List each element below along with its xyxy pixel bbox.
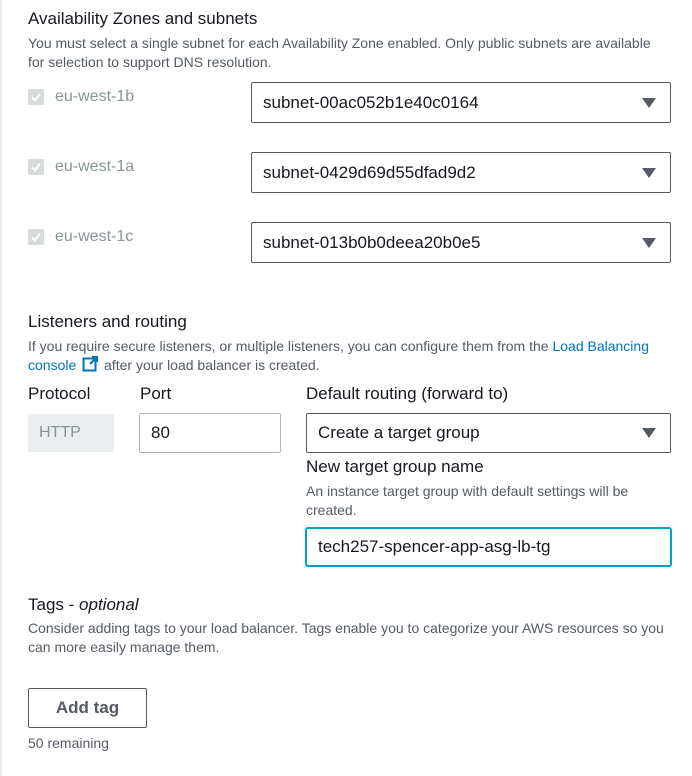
tags-heading-text: Tags - bbox=[28, 595, 80, 614]
target-group-name-input[interactable]: tech257-spencer-app-asg-lb-tg bbox=[306, 528, 671, 566]
target-group-name-label: New target group name bbox=[306, 457, 484, 476]
tags-heading-optional: optional bbox=[79, 595, 139, 614]
checkmark-icon bbox=[31, 162, 41, 173]
listeners-description: If you require secure listeners, or mult… bbox=[28, 337, 668, 375]
caret-down-icon bbox=[642, 237, 656, 248]
subnet-select-value: subnet-013b0b0deea20b0e5 bbox=[263, 232, 481, 252]
az-checkbox-eu-west-1a[interactable] bbox=[28, 159, 44, 175]
checkmark-icon bbox=[31, 92, 41, 103]
checkmark-icon bbox=[31, 232, 41, 243]
routing-select-value: Create a target group bbox=[318, 423, 480, 442]
add-tag-button[interactable]: Add tag bbox=[28, 688, 147, 728]
az-row-eu-west-1c: eu-west-1c bbox=[28, 228, 133, 246]
routing-label: Default routing (forward to) bbox=[306, 384, 509, 403]
caret-down-icon bbox=[642, 167, 656, 178]
az-row-eu-west-1b: eu-west-1b bbox=[28, 88, 134, 106]
subnet-select-eu-west-1b[interactable]: subnet-00ac052b1e40c0164 bbox=[251, 82, 671, 123]
protocol-value: HTTP bbox=[39, 424, 81, 441]
tags-description: Consider adding tags to your load balanc… bbox=[28, 620, 664, 655]
routing-select[interactable]: Create a target group bbox=[306, 413, 671, 453]
subnet-select-eu-west-1a[interactable]: subnet-0429d69d55dfad9d2 bbox=[251, 152, 671, 193]
az-zone-label: eu-west-1a bbox=[55, 158, 135, 175]
az-checkbox-eu-west-1c[interactable] bbox=[28, 229, 44, 245]
panel-left-border bbox=[0, 0, 2, 776]
tags-heading: Tags - optional bbox=[28, 595, 139, 615]
port-value: 80 bbox=[151, 423, 170, 442]
caret-down-icon bbox=[642, 428, 656, 438]
port-label: Port bbox=[140, 384, 172, 403]
subnet-select-eu-west-1c[interactable]: subnet-013b0b0deea20b0e5 bbox=[251, 222, 671, 263]
az-heading: Availability Zones and subnets bbox=[28, 9, 258, 28]
caret-down-icon bbox=[642, 97, 656, 108]
listeners-heading: Listeners and routing bbox=[28, 312, 187, 331]
subnet-select-value: subnet-00ac052b1e40c0164 bbox=[263, 92, 479, 112]
az-description: You must select a single subnet for each… bbox=[28, 35, 651, 70]
tags-remaining: 50 remaining bbox=[28, 735, 109, 751]
protocol-field: HTTP bbox=[28, 414, 114, 452]
listeners-description-text-after: after your load balancer is created. bbox=[100, 357, 320, 373]
target-group-name-value: tech257-spencer-app-asg-lb-tg bbox=[318, 537, 551, 556]
port-input[interactable]: 80 bbox=[139, 413, 281, 453]
listeners-description-text: If you require secure listeners, or mult… bbox=[28, 338, 553, 354]
az-zone-label: eu-west-1b bbox=[55, 88, 135, 105]
target-group-name-description: An instance target group with default se… bbox=[306, 483, 629, 518]
external-link-icon bbox=[82, 356, 99, 372]
subnet-select-value: subnet-0429d69d55dfad9d2 bbox=[263, 162, 476, 182]
az-zone-label: eu-west-1c bbox=[55, 228, 134, 245]
az-row-eu-west-1a: eu-west-1a bbox=[28, 158, 134, 176]
protocol-label: Protocol bbox=[28, 384, 91, 403]
az-checkbox-eu-west-1b[interactable] bbox=[28, 89, 44, 105]
